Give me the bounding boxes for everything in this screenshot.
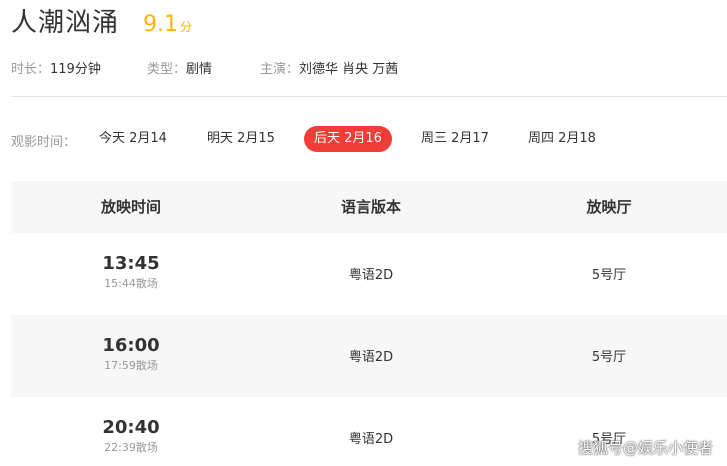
showtimes-table: 放映时间 语言版本 放映厅 13:45 15:44散场 粤语2D 5号厅 16:… [11, 181, 727, 466]
hall-value: 5号厅 [591, 350, 627, 365]
end-time: 22:39散场 [104, 441, 158, 454]
date-tab-today[interactable]: 今天 2月14 [89, 126, 177, 152]
movie-score-unit: 分 [180, 20, 193, 34]
table-row[interactable]: 13:45 15:44散场 粤语2D 5号厅 [11, 233, 727, 315]
hall-value: 5号厅 [591, 268, 627, 283]
header-showtime: 放映时间 [100, 198, 161, 216]
movie-header: 人潮汹涌 9.1 分 [11, 2, 192, 38]
end-time: 17:59散场 [104, 359, 158, 372]
header-divider [11, 96, 727, 97]
hall-cell: 5号厅 [491, 315, 727, 397]
showtime-cell: 13:45 15:44散场 [11, 233, 251, 315]
cast-info: 主演：刘德华 肖央 万茜 [260, 58, 398, 77]
date-selector-label: 观影时间： [11, 135, 77, 150]
start-time: 20:40 [102, 417, 160, 438]
watermark: 搜狐号@娱乐小使者 [577, 439, 713, 457]
table-header: 放映时间 语言版本 放映厅 [11, 181, 727, 233]
header-hall: 放映厅 [586, 198, 632, 216]
date-tab-wednesday[interactable]: 周三 2月17 [411, 126, 499, 152]
date-tab-tomorrow[interactable]: 明天 2月15 [197, 126, 285, 152]
genre-value: 剧情 [186, 62, 213, 77]
language-value: 粤语2D [348, 350, 394, 365]
start-time: 13:45 [102, 253, 160, 274]
date-tab-day-after-tomorrow[interactable]: 后天 2月16 [304, 126, 392, 152]
start-time: 16:00 [102, 335, 160, 356]
showtimes-page: 人潮汹涌 9.1 分 时长：119分钟 类型：剧情 主演：刘德华 肖央 万茜 观… [0, 0, 727, 466]
duration-label: 时长： [11, 62, 51, 77]
cast-value: 刘德华 肖央 万茜 [299, 62, 399, 77]
cast-label: 主演： [260, 62, 300, 77]
date-selector: 观影时间： 今天 2月14 明天 2月15 后天 2月16 周三 2月17 周四… [11, 126, 727, 152]
hall-cell: 5号厅 [491, 233, 727, 315]
table-row[interactable]: 16:00 17:59散场 粤语2D 5号厅 [11, 315, 727, 397]
language-cell: 粤语2D [251, 315, 491, 397]
language-cell: 粤语2D [251, 397, 491, 466]
language-value: 粤语2D [348, 432, 394, 447]
showtime-cell: 16:00 17:59散场 [11, 315, 251, 397]
showtime-cell: 20:40 22:39散场 [11, 397, 251, 466]
duration-value: 119分钟 [50, 62, 101, 77]
language-value: 粤语2D [348, 268, 394, 283]
movie-title: 人潮汹涌 [11, 8, 120, 38]
movie-score: 9.1 [143, 12, 179, 37]
date-tab-thursday[interactable]: 周四 2月18 [518, 126, 606, 152]
genre-label: 类型： [147, 62, 187, 77]
header-language: 语言版本 [340, 198, 401, 216]
duration-info: 时长：119分钟 [11, 58, 101, 77]
language-cell: 粤语2D [251, 233, 491, 315]
end-time: 15:44散场 [104, 277, 158, 290]
genre-info: 类型：剧情 [147, 58, 212, 77]
